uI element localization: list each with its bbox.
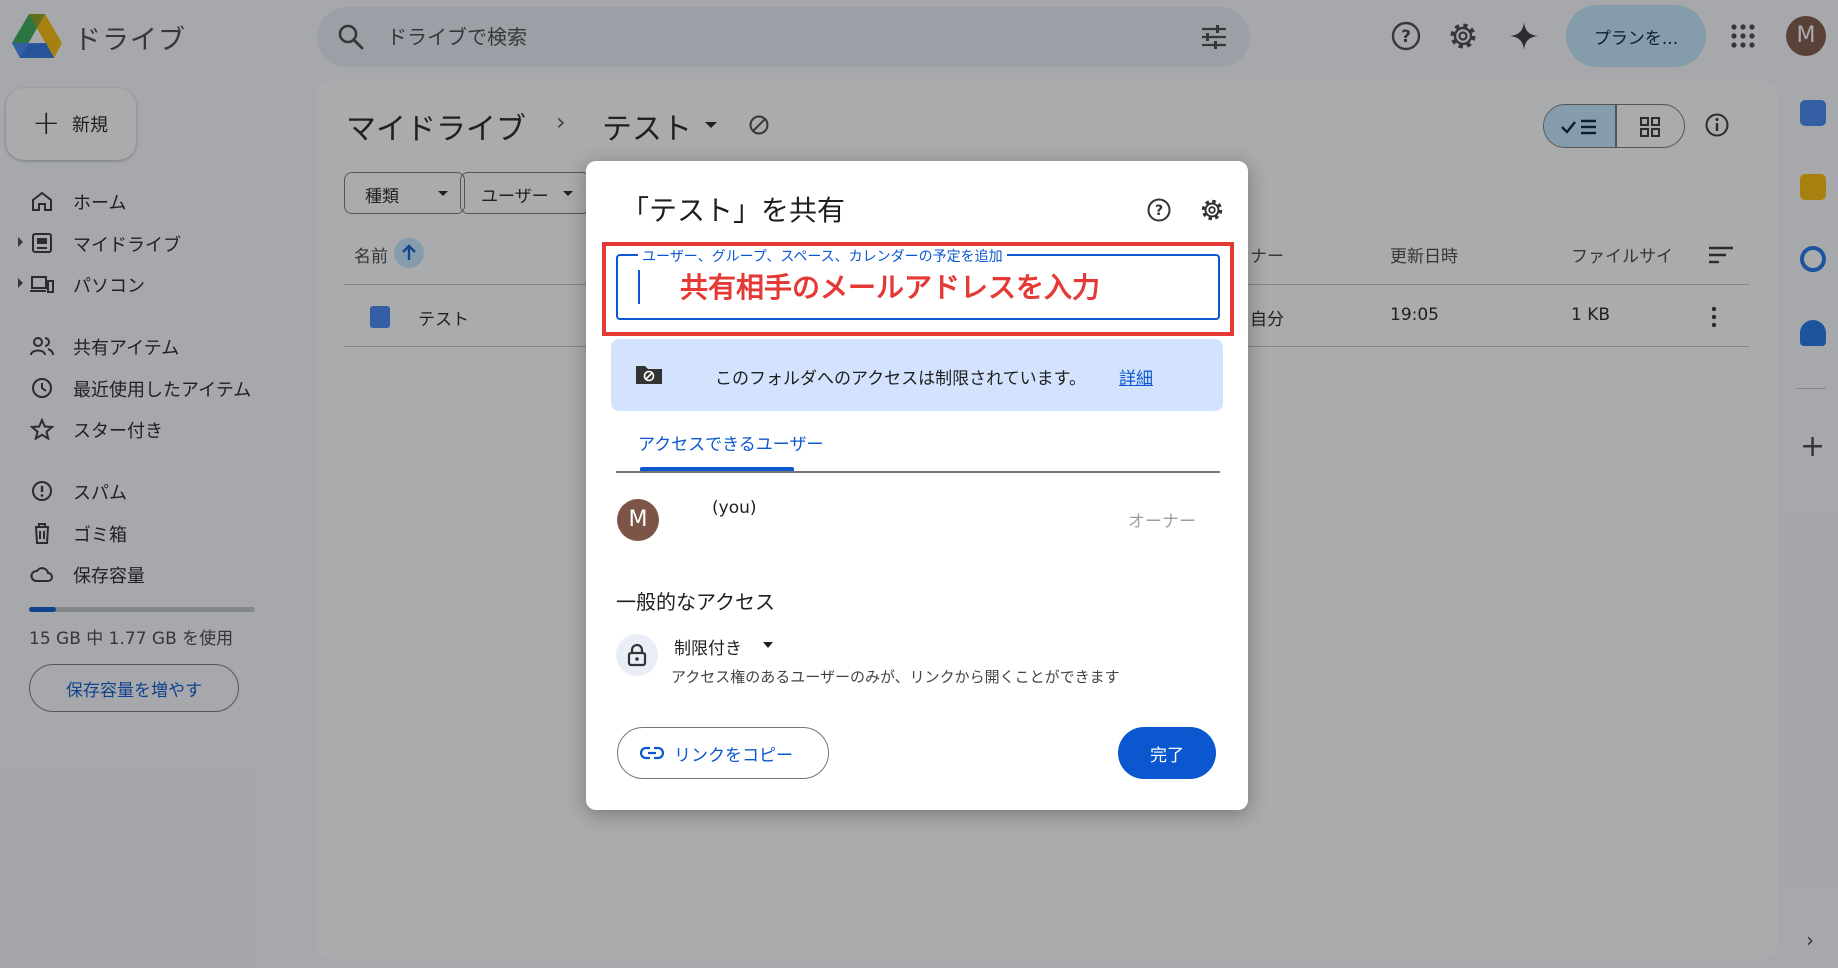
copy-link-label: リンクをコピー	[674, 745, 793, 766]
avatar: M	[617, 499, 659, 541]
copy-link-button[interactable]: リンクをコピー	[617, 727, 829, 779]
access-level-select[interactable]: 制限付き	[674, 634, 742, 659]
tab-people-with-access[interactable]: アクセスできるユーザー	[638, 430, 823, 455]
access-description: アクセス権のあるユーザーのみが、リンクから開くことができます	[671, 668, 1120, 686]
user-name: (you)	[712, 498, 757, 518]
folder-restricted-icon	[636, 366, 662, 384]
settings-gear-icon[interactable]	[1199, 197, 1225, 223]
done-button[interactable]: 完了	[1118, 727, 1216, 779]
dialog-title: 「テスト」を共有	[621, 194, 846, 227]
svg-text:?: ?	[1155, 203, 1163, 219]
add-people-input[interactable]	[638, 270, 1198, 304]
chevron-down-icon[interactable]	[763, 642, 773, 648]
user-role: オーナー	[1128, 512, 1196, 532]
banner-details-link[interactable]: 詳細	[1119, 364, 1153, 389]
tab-divider	[616, 471, 1220, 473]
link-icon	[640, 746, 664, 760]
share-dialog: 「テスト」を共有 ? ユーザー、グループ、スペース、カレンダーの予定を追加 この…	[586, 161, 1248, 810]
add-people-label: ユーザー、グループ、スペース、カレンダーの予定を追加	[638, 246, 1007, 266]
help-icon[interactable]: ?	[1146, 197, 1172, 223]
general-access-heading: 一般的なアクセス	[616, 590, 775, 614]
lock-icon	[616, 634, 658, 676]
add-people-field[interactable]: ユーザー、グループ、スペース、カレンダーの予定を追加	[616, 246, 1220, 320]
banner-text: このフォルダへのアクセスは制限されています。	[715, 369, 1086, 389]
restricted-access-banner: このフォルダへのアクセスは制限されています。 詳細	[611, 339, 1223, 411]
